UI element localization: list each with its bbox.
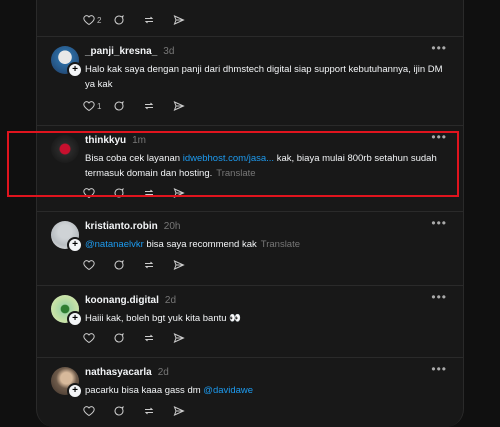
timestamp: 20h [163, 221, 181, 232]
post-text: pacarku bisa kaaa gass dm @davidawe [85, 383, 445, 398]
repost-icon [144, 334, 154, 342]
repost-button[interactable] [143, 99, 173, 113]
reply-post: + _panji_kresna_ 3d ••• Halo kak saya den… [37, 37, 463, 126]
heart-icon [83, 101, 95, 112]
timestamp: 3d [163, 46, 175, 57]
repost-button[interactable] [143, 258, 173, 272]
username[interactable]: kristianto.robin [85, 221, 158, 232]
share-icon [173, 333, 185, 343]
post-actions [83, 404, 203, 418]
like-button[interactable]: 2 [83, 13, 113, 27]
reply-post: 2 [37, 0, 463, 37]
follow-plus-icon[interactable]: + [67, 311, 83, 327]
follow-plus-icon[interactable]: + [67, 237, 83, 253]
text-segment: bisa saya recommend kak [143, 239, 257, 250]
share-button[interactable] [173, 258, 203, 272]
post-actions [83, 258, 203, 272]
avatar[interactable]: + [51, 367, 83, 399]
repost-button[interactable] [143, 404, 173, 418]
post-actions [83, 331, 203, 345]
comment-icon [114, 14, 124, 25]
avatar[interactable]: + [51, 221, 83, 253]
heart-icon [83, 260, 95, 271]
like-count: 1 [97, 101, 102, 111]
share-icon [173, 260, 185, 270]
post-header: nathasyacarla 2d [85, 367, 169, 378]
repost-icon [144, 407, 154, 415]
post-header: kristianto.robin 20h [85, 221, 180, 232]
repost-icon [144, 261, 154, 269]
timestamp: 2d [164, 295, 177, 306]
post-header: _panji_kresna_ 3d [85, 46, 174, 57]
like-button[interactable]: 1 [83, 99, 113, 113]
comment-button[interactable] [113, 258, 143, 272]
share-icon [173, 406, 185, 416]
avatar[interactable]: + [51, 295, 83, 327]
post-actions: 2 [83, 13, 203, 27]
reply-post: + kristianto.robin 20h ••• @natanaelvkr b… [37, 212, 463, 286]
timestamp: 2d [157, 367, 169, 378]
replies-feed: 2 + _panji_kresna_ 3d ••• Halo kak saya d… [36, 0, 464, 427]
comment-button[interactable] [113, 331, 143, 345]
reply-post: + nathasyacarla 2d ••• pacarku bisa kaaa … [37, 358, 463, 427]
repost-icon [144, 102, 154, 110]
comment-icon [114, 259, 124, 270]
share-button[interactable] [173, 404, 203, 418]
repost-button[interactable] [143, 13, 173, 27]
share-icon [173, 101, 185, 111]
more-options-button[interactable]: ••• [431, 290, 447, 304]
repost-button[interactable] [143, 331, 173, 345]
comment-icon [114, 100, 124, 111]
username[interactable]: nathasyacarla [85, 367, 152, 378]
mention-link[interactable]: @davidawe [203, 385, 253, 396]
heart-icon [83, 406, 95, 417]
mention-link[interactable]: @natanaelvkr [85, 239, 144, 250]
post-actions: 1 [83, 99, 203, 113]
reply-post: + koonang.digital 2d ••• Haiii kak, boleh… [37, 286, 463, 358]
heart-icon [83, 333, 95, 344]
more-options-button[interactable]: ••• [431, 216, 447, 230]
comment-button[interactable] [113, 404, 143, 418]
more-options-button[interactable]: ••• [431, 41, 447, 55]
like-button[interactable] [83, 404, 113, 418]
like-button[interactable] [83, 258, 113, 272]
follow-plus-icon[interactable]: + [67, 383, 83, 399]
username[interactable]: koonang.digital [85, 295, 159, 306]
like-button[interactable] [83, 331, 113, 345]
avatar[interactable]: + [51, 46, 83, 78]
username[interactable]: _panji_kresna_ [85, 46, 157, 57]
highlight-box [7, 131, 459, 197]
like-count: 2 [97, 15, 102, 25]
more-options-button[interactable]: ••• [431, 362, 447, 376]
post-text: @natanaelvkr bisa saya recommend kak Tran… [85, 237, 445, 252]
heart-icon [83, 15, 95, 26]
post-header: koonang.digital 2d [85, 295, 176, 306]
share-button[interactable] [173, 99, 203, 113]
share-button[interactable] [173, 13, 203, 27]
share-button[interactable] [173, 331, 203, 345]
text-segment: pacarku bisa kaaa gass dm [85, 385, 204, 396]
post-text: Halo kak saya dengan panji dari dhmstech… [85, 64, 443, 90]
post-text: Haiii kak, boleh bgt yuk kita bantu 👀 [85, 313, 241, 324]
comment-button[interactable] [113, 99, 143, 113]
comment-icon [114, 332, 124, 343]
share-icon [173, 15, 185, 25]
repost-icon [144, 16, 154, 24]
follow-plus-icon[interactable]: + [67, 62, 83, 78]
comment-button[interactable] [113, 13, 143, 27]
translate-link[interactable]: Translate [261, 239, 300, 250]
comment-icon [114, 405, 124, 416]
